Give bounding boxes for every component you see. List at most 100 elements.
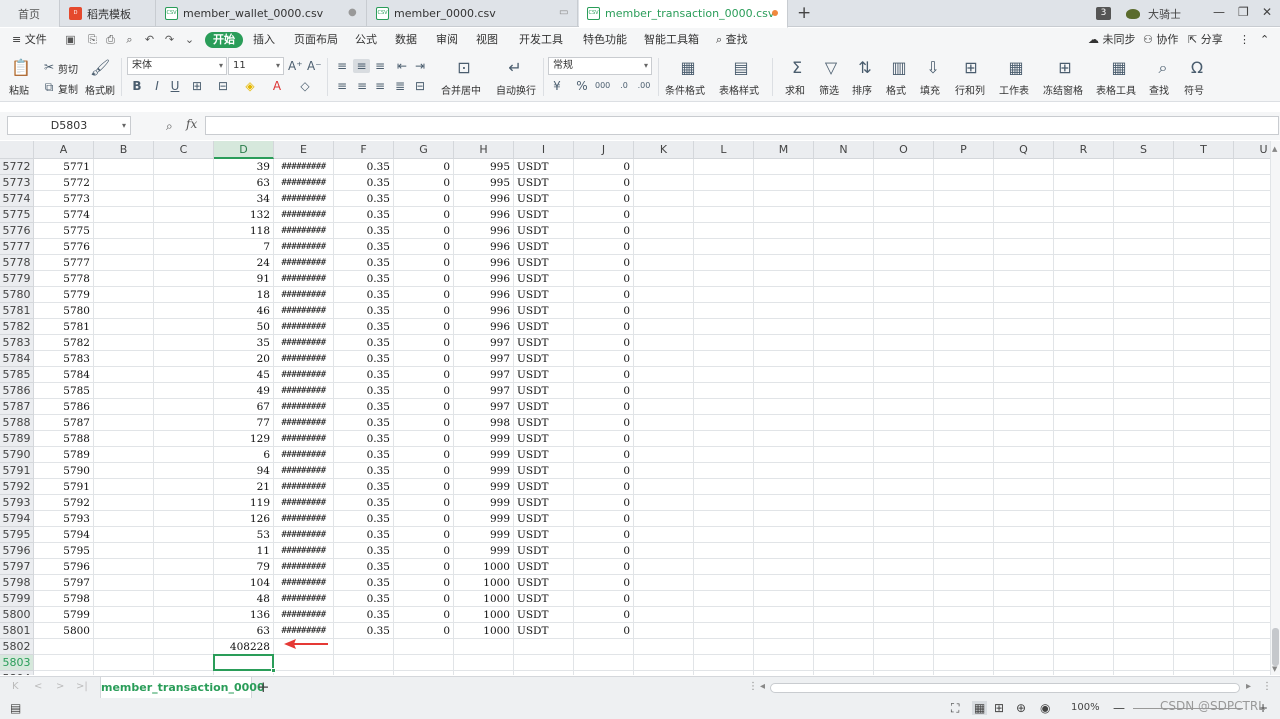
zoom-level[interactable]: 100% <box>1071 702 1100 713</box>
cell-s[interactable] <box>1114 351 1174 367</box>
cell-s[interactable] <box>1114 303 1174 319</box>
column-header-u[interactable]: U <box>1234 141 1270 159</box>
cell-n[interactable] <box>814 415 874 431</box>
cell-m[interactable] <box>754 431 814 447</box>
cell-m[interactable] <box>754 575 814 591</box>
cell-r[interactable] <box>1054 191 1114 207</box>
align-bottom-icon[interactable]: ≡ <box>373 59 387 73</box>
scroll-right-icon[interactable]: ▸ <box>1246 681 1251 692</box>
cell-g[interactable]: 0 <box>394 415 454 431</box>
last-sheet-icon[interactable]: >| <box>76 681 88 692</box>
tab-home[interactable]: 首页 <box>0 0 60 27</box>
cell-d[interactable]: 91 <box>214 271 274 287</box>
cell-r[interactable] <box>1054 367 1114 383</box>
cell-l[interactable] <box>694 159 754 175</box>
cell-s[interactable] <box>1114 223 1174 239</box>
cell-t[interactable] <box>1174 415 1234 431</box>
table-tools-button[interactable]: 表格工具 <box>1096 82 1136 97</box>
spreadsheet-grid[interactable]: ABCDEFGHIJKLMNOPQRSTU 5772 5771 39 ########… <box>0 141 1270 675</box>
cell-t[interactable] <box>1174 191 1234 207</box>
cell-j[interactable]: 0 <box>574 479 634 495</box>
cell-k[interactable] <box>634 431 694 447</box>
row-header[interactable]: 5775 <box>0 207 34 223</box>
cell-i[interactable]: USDT <box>514 255 574 271</box>
cell-g[interactable]: 0 <box>394 207 454 223</box>
cell-b[interactable] <box>94 383 154 399</box>
cell-a[interactable]: 5799 <box>34 607 94 623</box>
cell-b[interactable] <box>94 575 154 591</box>
cell-a[interactable]: 5800 <box>34 623 94 639</box>
cell-i[interactable] <box>514 655 574 671</box>
freeze-panes-icon[interactable]: ⊞ <box>1055 58 1075 78</box>
cell-a[interactable]: 5785 <box>34 383 94 399</box>
menu-developer[interactable]: 开发工具 <box>519 32 563 48</box>
cell-e[interactable]: ######### <box>274 383 334 399</box>
fullscreen-icon[interactable]: ⛶ <box>951 701 959 716</box>
cell-l[interactable] <box>694 495 754 511</box>
cell-e[interactable]: ######### <box>274 287 334 303</box>
cell-o[interactable] <box>874 607 934 623</box>
cell-t[interactable] <box>1174 271 1234 287</box>
cell-p[interactable] <box>934 367 994 383</box>
cell-b[interactable] <box>94 271 154 287</box>
cell-l[interactable] <box>694 463 754 479</box>
cell-i[interactable] <box>514 671 574 675</box>
cell-k[interactable] <box>634 335 694 351</box>
cell-o[interactable] <box>874 351 934 367</box>
scissors-icon[interactable]: ✂ <box>42 60 56 74</box>
cell-o[interactable] <box>874 559 934 575</box>
cell-d[interactable]: 48 <box>214 591 274 607</box>
restore-icon[interactable]: ❐ <box>1238 5 1249 19</box>
cell-t[interactable] <box>1174 575 1234 591</box>
cell-p[interactable] <box>934 559 994 575</box>
cell-b[interactable] <box>94 351 154 367</box>
cell-h[interactable]: 995 <box>454 175 514 191</box>
cell-s[interactable] <box>1114 431 1174 447</box>
cell-q[interactable] <box>994 287 1054 303</box>
cell-n[interactable] <box>814 191 874 207</box>
cell-m[interactable] <box>754 399 814 415</box>
paste-icon[interactable]: 📋 <box>11 58 31 78</box>
cell-m[interactable] <box>754 527 814 543</box>
cell-s[interactable] <box>1114 447 1174 463</box>
row-header[interactable]: 5795 <box>0 527 34 543</box>
cell-l[interactable] <box>694 415 754 431</box>
cell-k[interactable] <box>634 383 694 399</box>
row-header[interactable]: 5803 <box>0 655 34 671</box>
cell-g[interactable]: 0 <box>394 383 454 399</box>
format-button[interactable]: 格式 <box>886 82 906 97</box>
cell-s[interactable] <box>1114 559 1174 575</box>
cell-a[interactable]: 5788 <box>34 431 94 447</box>
cell-i[interactable]: USDT <box>514 623 574 639</box>
scroll-down-icon[interactable]: ▼ <box>1272 665 1277 673</box>
cell-j[interactable]: 0 <box>574 591 634 607</box>
cell-m[interactable] <box>754 463 814 479</box>
cell-o[interactable] <box>874 575 934 591</box>
cell-k[interactable] <box>634 175 694 191</box>
tab-member-wallet[interactable]: CSV member_wallet_0000.csv ● <box>157 0 367 27</box>
cell-j[interactable]: 0 <box>574 463 634 479</box>
cell-i[interactable]: USDT <box>514 495 574 511</box>
cell-a[interactable]: 5790 <box>34 463 94 479</box>
cell-j[interactable]: 0 <box>574 159 634 175</box>
cell-f[interactable]: 0.35 <box>334 303 394 319</box>
cell-i[interactable]: USDT <box>514 415 574 431</box>
cell-h[interactable]: 999 <box>454 527 514 543</box>
cell-j[interactable]: 0 <box>574 191 634 207</box>
format-painter-button[interactable]: 格式刷 <box>85 82 115 97</box>
cell-i[interactable]: USDT <box>514 239 574 255</box>
cell-e[interactable]: ######### <box>274 351 334 367</box>
cell-g[interactable]: 0 <box>394 447 454 463</box>
zoom-search-icon[interactable]: ⌕ <box>166 119 173 134</box>
cell-c[interactable] <box>154 639 214 655</box>
cell-q[interactable] <box>994 591 1054 607</box>
column-header-h[interactable]: H <box>454 141 514 159</box>
cell-i[interactable] <box>514 639 574 655</box>
cell-p[interactable] <box>934 415 994 431</box>
cell-n[interactable] <box>814 607 874 623</box>
cell-f[interactable] <box>334 639 394 655</box>
cell-r[interactable] <box>1054 431 1114 447</box>
cell-h[interactable]: 996 <box>454 255 514 271</box>
export-icon[interactable]: ⎘ <box>86 34 99 46</box>
cell-g[interactable]: 0 <box>394 319 454 335</box>
